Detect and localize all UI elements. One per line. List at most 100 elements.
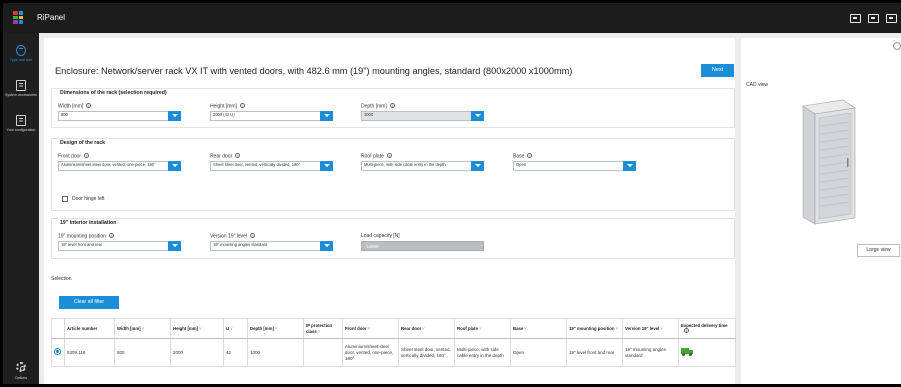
load-capacity-label: Load capacity [N]	[361, 233, 400, 239]
article-number-cell: 5309.116	[64, 338, 115, 367]
cube-icon	[16, 45, 26, 56]
page-title: Enclosure: Network/server rack VX IT wit…	[55, 66, 573, 76]
front-door-select[interactable]: Aluminium/sheet steel door, vented, one-…	[58, 161, 181, 171]
checkbox-label: Door hinge left	[72, 195, 105, 202]
version-label: Version 19" level	[210, 233, 248, 240]
window-icon[interactable]	[886, 14, 897, 23]
chevron-down-icon[interactable]	[320, 111, 333, 121]
roof-plate-select[interactable]: Multi-piece, with side cable entry in th…	[361, 161, 484, 171]
sidebar-item-label: Your configuration	[6, 128, 36, 132]
rear-door-cell: Sheet steel door, vented, vertically div…	[398, 338, 455, 367]
width-field: Width [mm] i 800	[58, 103, 181, 121]
chevron-down-icon[interactable]	[320, 241, 333, 251]
sidebar: Type and size System accessories Your co…	[3, 33, 39, 384]
rear-door-label: Rear door	[210, 153, 233, 160]
checkbox-box[interactable]	[62, 195, 68, 202]
door-hinge-left-checkbox[interactable]: Door hinge left	[62, 190, 105, 208]
gear-icon[interactable]	[16, 362, 26, 372]
sidebar-item-system-accessories[interactable]: System accessories	[3, 80, 39, 97]
version-cell: 19" mounting angles standard	[622, 338, 679, 367]
info-icon[interactable]: i	[84, 153, 90, 158]
depth-field: Depth [mm] i 1000	[361, 103, 484, 121]
base-select[interactable]: Open	[513, 161, 636, 171]
height-select[interactable]: 2000 (42 U)	[210, 111, 333, 121]
row-radio-selected[interactable]	[54, 348, 61, 355]
width-cell: 800	[114, 338, 171, 367]
column-header[interactable]: IP protection class˅	[303, 318, 343, 339]
column-header[interactable]: Expected delivery time i	[678, 318, 736, 339]
load-capacity-field: Load capacity [N] 12000	[361, 233, 484, 251]
chevron-down-icon[interactable]	[623, 161, 636, 171]
sidebar-item-your-configuration[interactable]: Your configuration	[3, 115, 39, 132]
version-select[interactable]: 19" mounting angles standard	[210, 241, 333, 251]
results-table: Article number Width [mm]˅ Height [mm]˅ …	[51, 318, 736, 367]
roof-plate-field: Roof plate i Multi-piece, with side cable…	[361, 153, 484, 171]
version-field: Version 19" level i 19" mounting angles s…	[210, 233, 333, 251]
app-title: RiPanel	[37, 13, 66, 22]
chevron-down-icon[interactable]	[168, 241, 181, 251]
column-header[interactable]: Rear door˅	[398, 318, 455, 339]
chevron-down-icon[interactable]	[471, 111, 484, 121]
depth-value: 1000	[364, 113, 374, 117]
select-column-header	[51, 318, 65, 339]
mounting-position-select[interactable]: 19" level front and rear	[58, 241, 181, 251]
column-header[interactable]: Roof plate˅	[454, 318, 511, 339]
rear-door-select[interactable]: Sheet steel door, vented, vertically div…	[210, 161, 333, 171]
info-icon[interactable]: i	[86, 103, 92, 108]
roof-plate-label: Roof plate	[361, 153, 384, 160]
rear-door-value: Sheet steel door, vented, vertically div…	[213, 163, 301, 167]
column-header[interactable]: Depth [mm]˅	[247, 318, 304, 339]
column-header[interactable]: Base˅	[510, 318, 567, 339]
load-capacity-value: 12000	[361, 241, 484, 251]
main-content: Enclosure: Network/server rack VX IT wit…	[44, 38, 736, 384]
delivery-cell	[678, 338, 736, 367]
info-icon[interactable]: i	[386, 153, 392, 158]
width-select[interactable]: 800	[58, 111, 181, 121]
chevron-down-icon[interactable]	[168, 111, 181, 121]
column-header[interactable]: Front door˅	[342, 318, 399, 339]
info-icon[interactable]: i	[389, 103, 395, 108]
roof-plate-value: Multi-piece, with side cable entry in th…	[364, 163, 446, 167]
column-header[interactable]: Width [mm]˅	[114, 318, 171, 339]
chevron-down-icon[interactable]	[168, 161, 181, 171]
depth-cell: 1000	[247, 338, 304, 367]
column-header[interactable]: U˅	[223, 318, 248, 339]
info-icon[interactable]: i	[108, 233, 114, 238]
sidebar-item-label: Type and size	[9, 58, 33, 62]
sidebar-item-type-and-size[interactable]: Type and size	[3, 45, 39, 62]
info-icon[interactable]: i	[239, 103, 245, 108]
height-cell: 2000	[170, 338, 224, 367]
table-row[interactable]: 5309.116 800 2000 42 1000 Aluminium/shee…	[51, 338, 736, 367]
front-door-value: Aluminium/sheet steel door, vented, one-…	[61, 163, 156, 167]
close-icon[interactable]	[893, 42, 901, 50]
depth-select[interactable]: 1000	[361, 111, 484, 121]
column-header[interactable]: Version 19" level˅	[622, 318, 679, 339]
next-button[interactable]: Next	[701, 64, 734, 77]
chevron-down-icon[interactable]	[471, 161, 484, 171]
chevron-down-icon[interactable]	[320, 161, 333, 171]
title-bar: RiPanel	[3, 3, 901, 33]
info-icon[interactable]: i	[527, 153, 533, 158]
large-view-button[interactable]: Large view	[857, 244, 900, 257]
column-header[interactable]: Article number	[64, 318, 115, 339]
info-icon[interactable]: i	[250, 233, 256, 238]
column-header[interactable]: Height [mm]˅	[170, 318, 224, 339]
sidebar-item-options[interactable]: Options	[3, 376, 39, 380]
export-icon[interactable]	[868, 14, 879, 23]
height-label: Height [mm]	[210, 103, 237, 110]
truck-icon	[681, 347, 693, 356]
design-section: Design of the rack Front door i Aluminium…	[51, 138, 735, 211]
info-icon[interactable]: i	[684, 328, 689, 334]
screen-icon[interactable]	[850, 14, 861, 23]
clear-all-filter-button[interactable]: Clear all filter	[59, 296, 119, 309]
roof-plate-cell: Multi-piece, with side cable entry in th…	[454, 338, 511, 367]
cad-view-label: CAD view	[746, 82, 768, 88]
accessories-icon	[16, 80, 26, 91]
width-value: 800	[61, 113, 68, 117]
version-value: 19" mounting angles standard	[213, 243, 268, 247]
width-label: Width [mm]	[58, 103, 84, 110]
units-cell: 42	[223, 338, 248, 367]
info-icon[interactable]: i	[235, 153, 241, 158]
base-field: Base i Open	[513, 153, 636, 171]
column-header[interactable]: 19" mounting position˅	[566, 318, 623, 339]
